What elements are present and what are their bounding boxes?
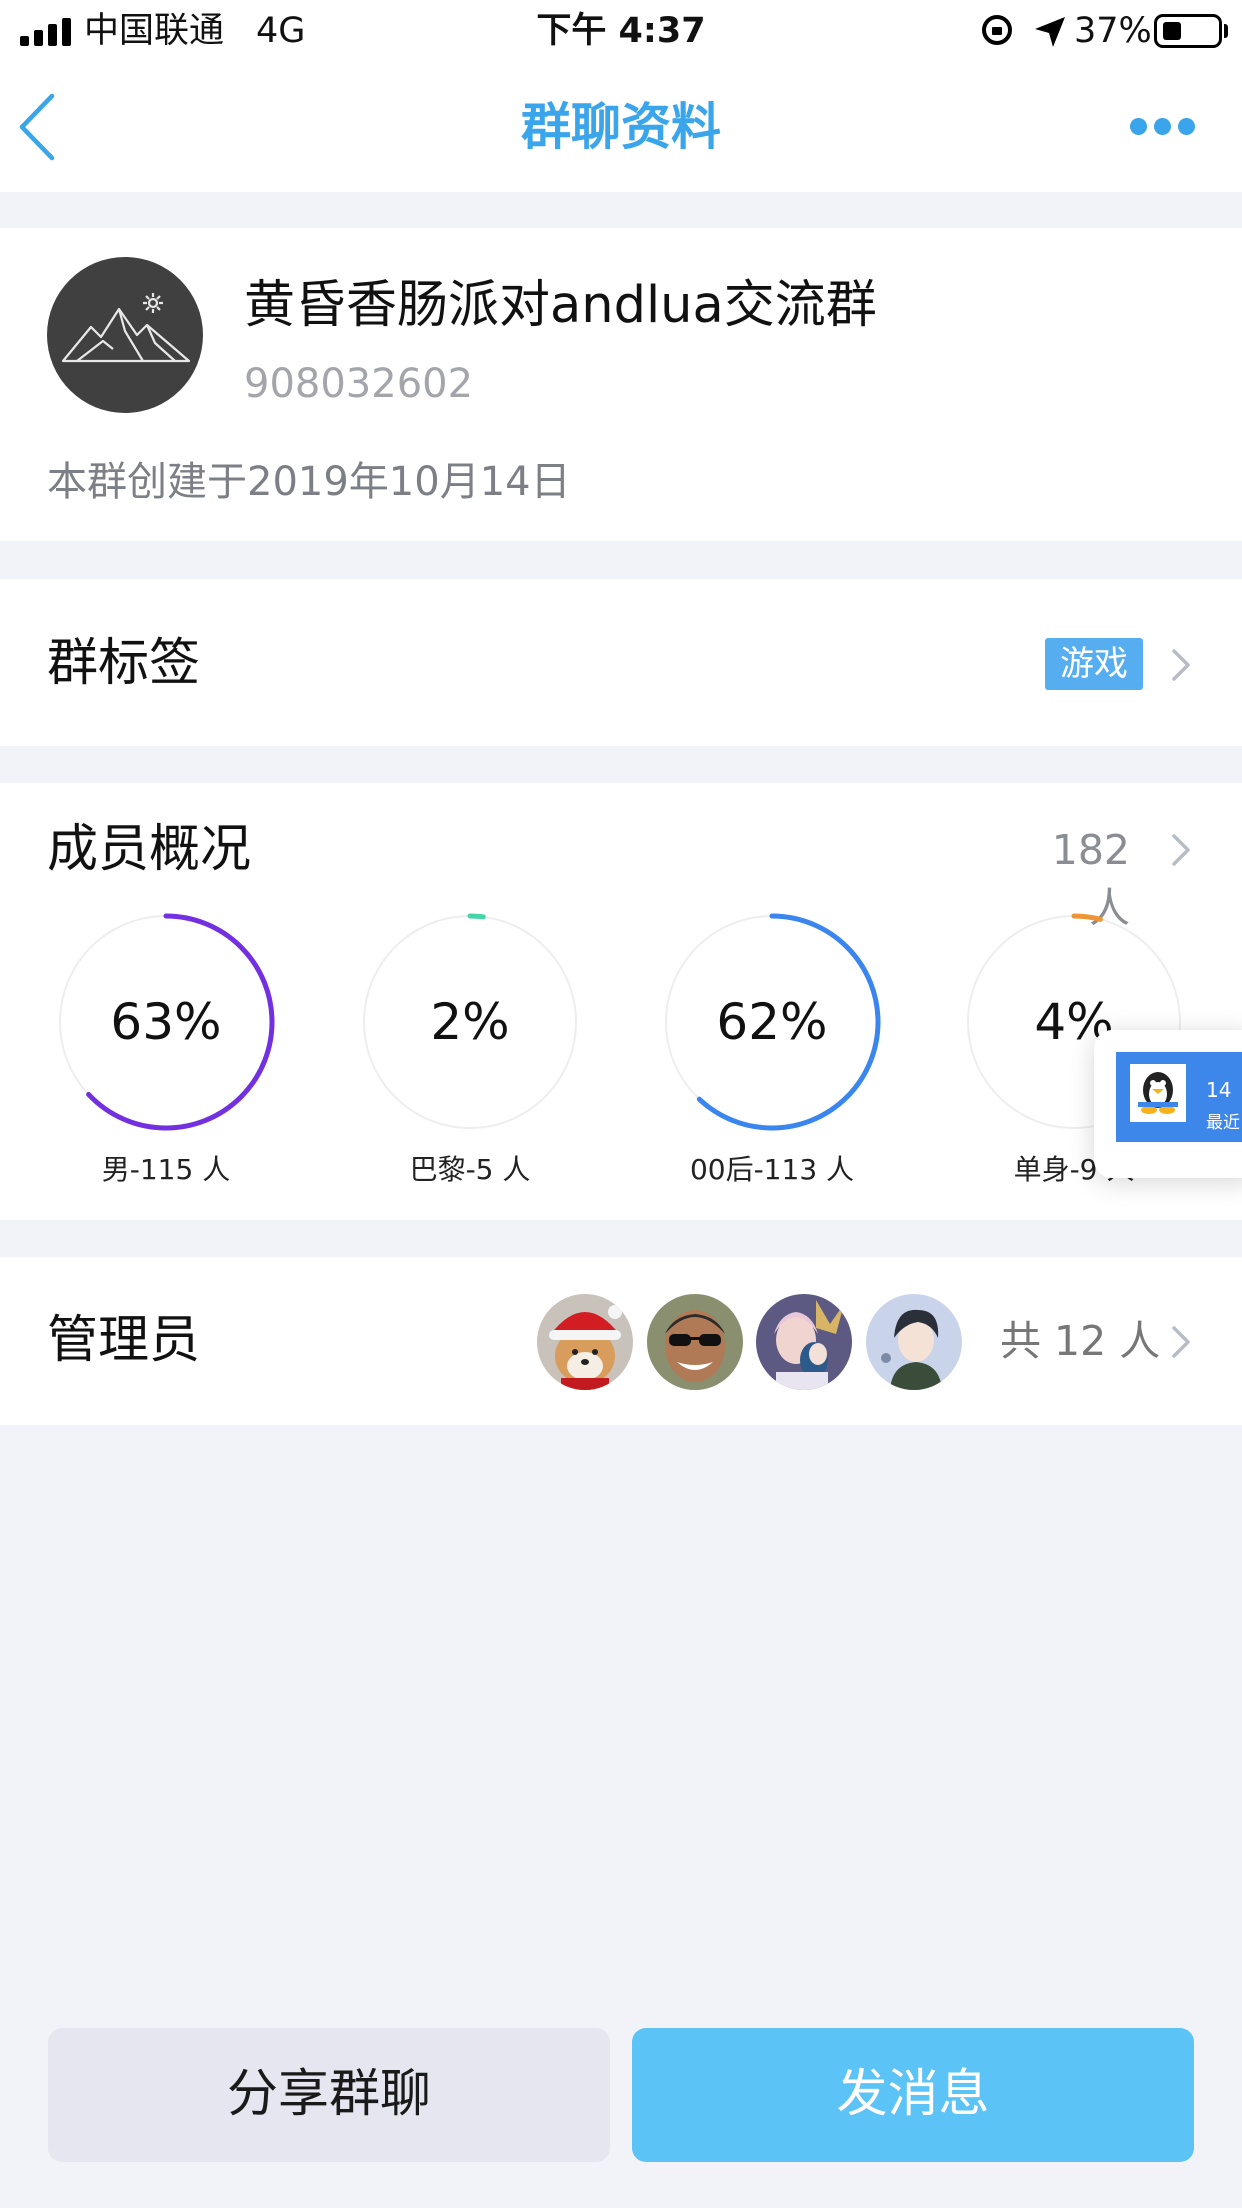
floating-widget[interactable] <box>1094 1030 1242 1178</box>
battery-percent: 37% <box>1074 11 1152 51</box>
stat-percent: 2% <box>430 993 510 1051</box>
chevron-right-icon <box>1172 1326 1190 1358</box>
page-title: 群聊资料 <box>521 98 721 156</box>
members-overview-label: 成员概况 <box>47 820 252 879</box>
stat-percent: 63% <box>110 993 222 1051</box>
floating-widget-count: 14 <box>1206 1078 1232 1102</box>
stat-label: 巴黎-5 人 <box>409 1153 531 1186</box>
orientation-lock-icon <box>982 15 1012 45</box>
group-tags-label: 群标签 <box>47 634 201 693</box>
anime-couple-avatar[interactable] <box>756 1294 852 1390</box>
anime-boy-avatar[interactable] <box>866 1294 962 1390</box>
battery-tip <box>1224 24 1228 38</box>
chevron-right-icon[interactable] <box>1168 830 1194 870</box>
sunglasses-man-avatar[interactable] <box>647 1294 743 1390</box>
more-dots-icon[interactable] <box>1130 118 1196 136</box>
location-arrow-icon <box>1035 17 1065 47</box>
share-group-button[interactable]: 分享群聊 <box>48 2028 610 2162</box>
status-bar: 中国联通 4G 下午 4:37 37% <box>0 0 1242 62</box>
group-created-date: 本群创建于2019年10月14日 <box>47 459 571 505</box>
floating-widget-caption: 最近 <box>1206 1113 1240 1133</box>
chevron-right-icon <box>1172 649 1190 681</box>
admins-label: 管理员 <box>47 1311 201 1370</box>
tag-badge: 游戏 <box>1045 638 1143 690</box>
group-name: 黄昏香肠派对andlua交流群 <box>244 276 877 335</box>
stat-label: 男-115 人 <box>101 1153 231 1186</box>
battery-icon <box>1154 14 1222 48</box>
nav-bar: 群聊资料 <box>0 62 1242 192</box>
send-message-button[interactable]: 发消息 <box>632 2028 1194 2162</box>
stat-percent: 62% <box>716 993 828 1051</box>
qq-penguin-icon <box>1130 1064 1186 1122</box>
shiba-santa-avatar[interactable] <box>537 1294 633 1390</box>
group-id: 908032602 <box>244 361 474 407</box>
admin-total: 共 12 人 <box>1000 1317 1161 1365</box>
mountain-avatar-icon[interactable] <box>47 257 203 413</box>
stat-label: 00后-113 人 <box>689 1153 855 1186</box>
battery-fill <box>1163 22 1181 40</box>
